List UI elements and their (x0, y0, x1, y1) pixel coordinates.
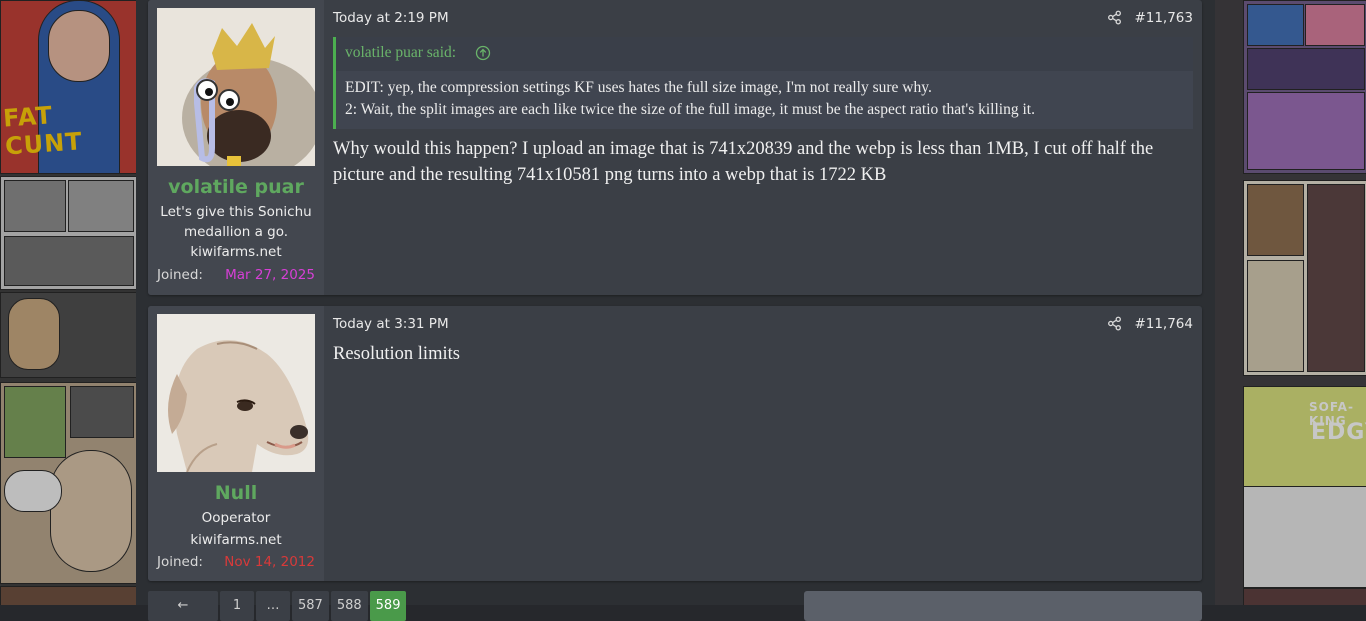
thread-content: volatile puar Let's give this Sonichu me… (136, 0, 1215, 621)
username[interactable]: volatile puar (148, 176, 324, 198)
user-panel: Null Ooperator kiwifarms.net Joined: Nov… (148, 306, 324, 581)
pagination-page-1[interactable]: 1 (220, 591, 254, 621)
pagination-page-587[interactable]: 587 (292, 591, 329, 621)
pagination-page-current[interactable]: 589 (369, 591, 407, 621)
avatar[interactable] (157, 314, 315, 472)
post-number-link[interactable]: #11,763 (1134, 10, 1193, 26)
username[interactable]: Null (148, 482, 324, 504)
quote-line: EDIT: yep, the compression settings KF u… (345, 79, 932, 96)
post-timestamp[interactable]: Today at 2:19 PM (333, 10, 449, 26)
joined-row: Joined: Nov 14, 2012 (157, 554, 315, 570)
avatar[interactable] (157, 8, 315, 166)
quote-block: volatile puar said: EDIT: yep, the compr… (333, 37, 1193, 129)
quote-header: volatile puar said: (336, 37, 1193, 71)
user-title: Ooperator (201, 510, 271, 526)
user-title: Let's give this Sonichu medallion a go. (160, 204, 312, 240)
post-11763: volatile puar Let's give this Sonichu me… (148, 0, 1202, 295)
user-banner: kiwifarms.net (190, 244, 282, 260)
post-body: Resolution limits (333, 344, 460, 364)
share-icon[interactable] (1107, 10, 1122, 25)
share-icon[interactable] (1107, 316, 1122, 331)
background-collage-left: FAT CUNT (0, 0, 136, 605)
pagination: ← 1 … 587 588 589 (148, 591, 407, 621)
reply-bar[interactable] (804, 591, 1202, 621)
joined-label: Joined: (157, 554, 203, 570)
post-timestamp[interactable]: Today at 3:31 PM (333, 316, 449, 332)
pagination-prev-button[interactable]: ← (148, 591, 218, 621)
user-panel: volatile puar Let's give this Sonichu me… (148, 0, 324, 295)
arrow-up-circle-icon[interactable] (475, 45, 491, 61)
joined-date: Mar 27, 2025 (225, 267, 315, 283)
background-collage-right: SOFA-KING EDGY (1215, 0, 1366, 605)
quote-line: 2: Wait, the split images are each like … (345, 101, 1035, 118)
post-main: Today at 3:31 PM #11,764 Resolution limi… (324, 306, 1202, 581)
pagination-ellipsis[interactable]: … (256, 591, 290, 621)
post-body: Why would this happen? I upload an image… (333, 139, 1154, 185)
quote-author-link[interactable]: volatile puar said: (345, 44, 456, 62)
post-11764: Null Ooperator kiwifarms.net Joined: Nov… (148, 306, 1202, 581)
joined-row: Joined: Mar 27, 2025 (157, 267, 315, 283)
user-banner: kiwifarms.net (190, 532, 282, 548)
quote-body: EDIT: yep, the compression settings KF u… (345, 77, 1184, 121)
post-number-link[interactable]: #11,764 (1134, 316, 1193, 332)
pagination-page-588[interactable]: 588 (330, 591, 368, 621)
joined-date: Nov 14, 2012 (224, 554, 315, 570)
joined-label: Joined: (157, 267, 203, 283)
post-main: Today at 2:19 PM #11,763 volatile puar s… (324, 0, 1202, 295)
